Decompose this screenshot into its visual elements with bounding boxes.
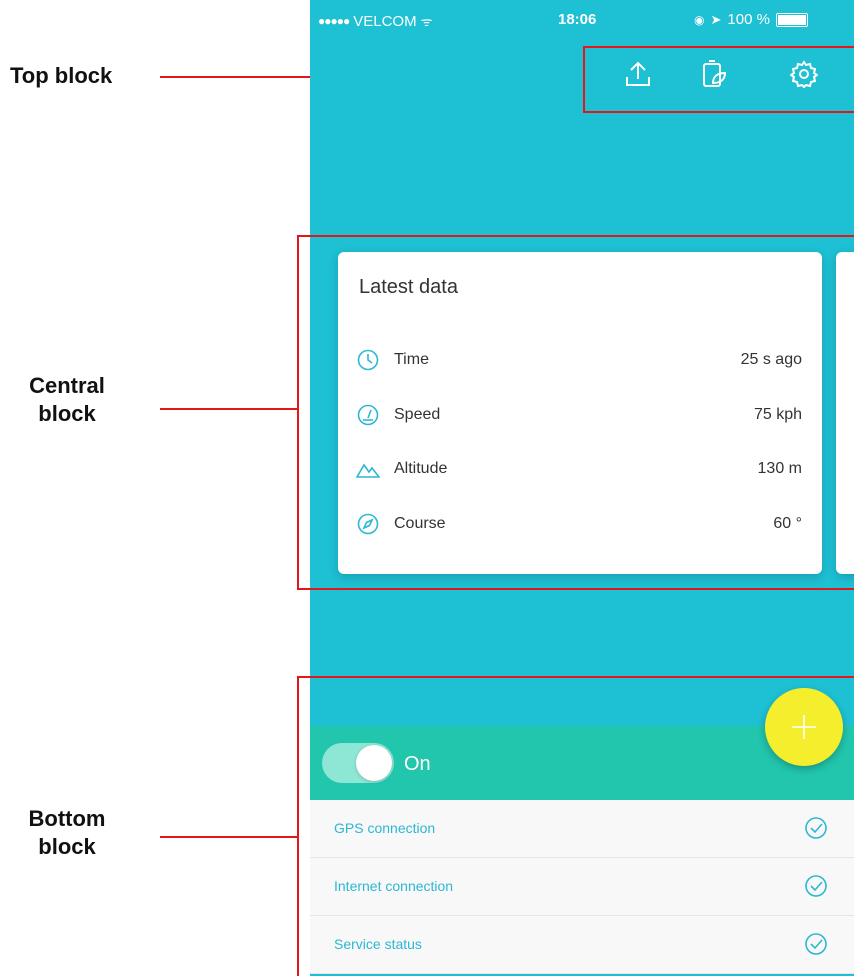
status-list: GPS connection Internet connection Servi…	[310, 800, 854, 974]
data-row-altitude: Altitude 130 m	[356, 454, 802, 484]
battery-icon	[775, 12, 808, 27]
battery-percent: 100 %	[727, 11, 770, 28]
status-bar: ●●●●● VELCOM ᯤ 18:06 ◉ ➤ 100 %	[310, 0, 854, 38]
clock-time: 18:06	[558, 11, 597, 28]
compass-icon	[356, 512, 380, 536]
annotation-bottom-line2: block	[38, 834, 96, 859]
row-value: 60 °	[773, 515, 802, 532]
list-item: GPS connection	[310, 800, 854, 858]
check-circle-icon	[805, 875, 827, 897]
status-label: GPS connection	[334, 820, 436, 836]
frame-central-block	[297, 235, 854, 237]
frame-top-block	[583, 111, 854, 113]
mountain-icon	[356, 457, 380, 481]
data-row-time: Time 25 s ago	[356, 345, 802, 375]
next-card-peek[interactable]	[836, 252, 854, 574]
gear-icon[interactable]	[782, 52, 826, 96]
switch-knob	[356, 745, 392, 781]
data-row-course: Course 60 °	[356, 509, 802, 539]
check-circle-icon	[805, 817, 827, 839]
tracking-switch[interactable]	[322, 743, 394, 783]
speedometer-icon	[356, 403, 380, 427]
row-label: Course	[394, 515, 446, 532]
annotation-central-line1: Central	[29, 373, 105, 398]
wifi-icon: ᯤ	[420, 14, 433, 29]
clock-icon	[356, 348, 380, 372]
frame-top-block	[583, 46, 585, 113]
row-value: 25 s ago	[740, 351, 802, 368]
row-label: Altitude	[394, 460, 448, 477]
row-label: Time	[394, 351, 429, 368]
annotation-bottom-line1: Bottom	[28, 806, 106, 831]
annotation-line	[160, 836, 298, 838]
toggle-label: On	[404, 753, 431, 775]
check-circle-icon	[805, 933, 827, 955]
upload-icon[interactable]	[616, 52, 660, 96]
annotation-bottom-block: Bottom block	[12, 805, 122, 861]
signal-icon: ●●●●●	[318, 14, 350, 28]
frame-bottom-block	[297, 676, 299, 976]
frame-top-block	[583, 46, 854, 48]
central-block: Latest data Time 25 s ago Speed 75 kph A…	[310, 240, 854, 586]
location-icon: ➤	[710, 11, 722, 27]
annotation-central-block: Central block	[12, 372, 122, 428]
status-label: Service status	[334, 936, 422, 952]
data-row-speed: Speed 75 kph	[356, 400, 802, 430]
bottom-block: On GPS connection Internet connection Se…	[310, 688, 854, 976]
frame-bottom-block	[297, 676, 854, 678]
top-block	[310, 52, 854, 102]
row-value: 130 m	[757, 460, 802, 477]
row-label: Speed	[394, 406, 441, 423]
phone-screen: ●●●●● VELCOM ᯤ 18:06 ◉ ➤ 100 % Latest da…	[310, 0, 854, 976]
frame-central-block	[297, 235, 299, 590]
annotation-line	[160, 408, 298, 410]
list-item: Internet connection	[310, 858, 854, 916]
status-right: ◉ ➤ 100 %	[694, 11, 808, 28]
card-title: Latest data	[359, 276, 458, 298]
row-value: 75 kph	[753, 406, 802, 423]
orientation-lock-icon: ◉	[694, 12, 705, 27]
carrier-name: VELCOM	[353, 12, 417, 30]
add-button[interactable]	[765, 688, 843, 766]
annotation-central-line2: block	[38, 401, 96, 426]
list-item: Service status	[310, 916, 854, 974]
frame-central-block	[297, 588, 854, 590]
annotation-top-block: Top block	[10, 63, 113, 88]
battery-eco-icon[interactable]	[692, 52, 736, 96]
latest-data-card[interactable]: Latest data Time 25 s ago Speed 75 kph A…	[338, 252, 822, 574]
plus-icon	[792, 715, 816, 739]
status-label: Internet connection	[334, 878, 454, 894]
carrier-info: ●●●●● VELCOM ᯤ	[318, 12, 432, 30]
